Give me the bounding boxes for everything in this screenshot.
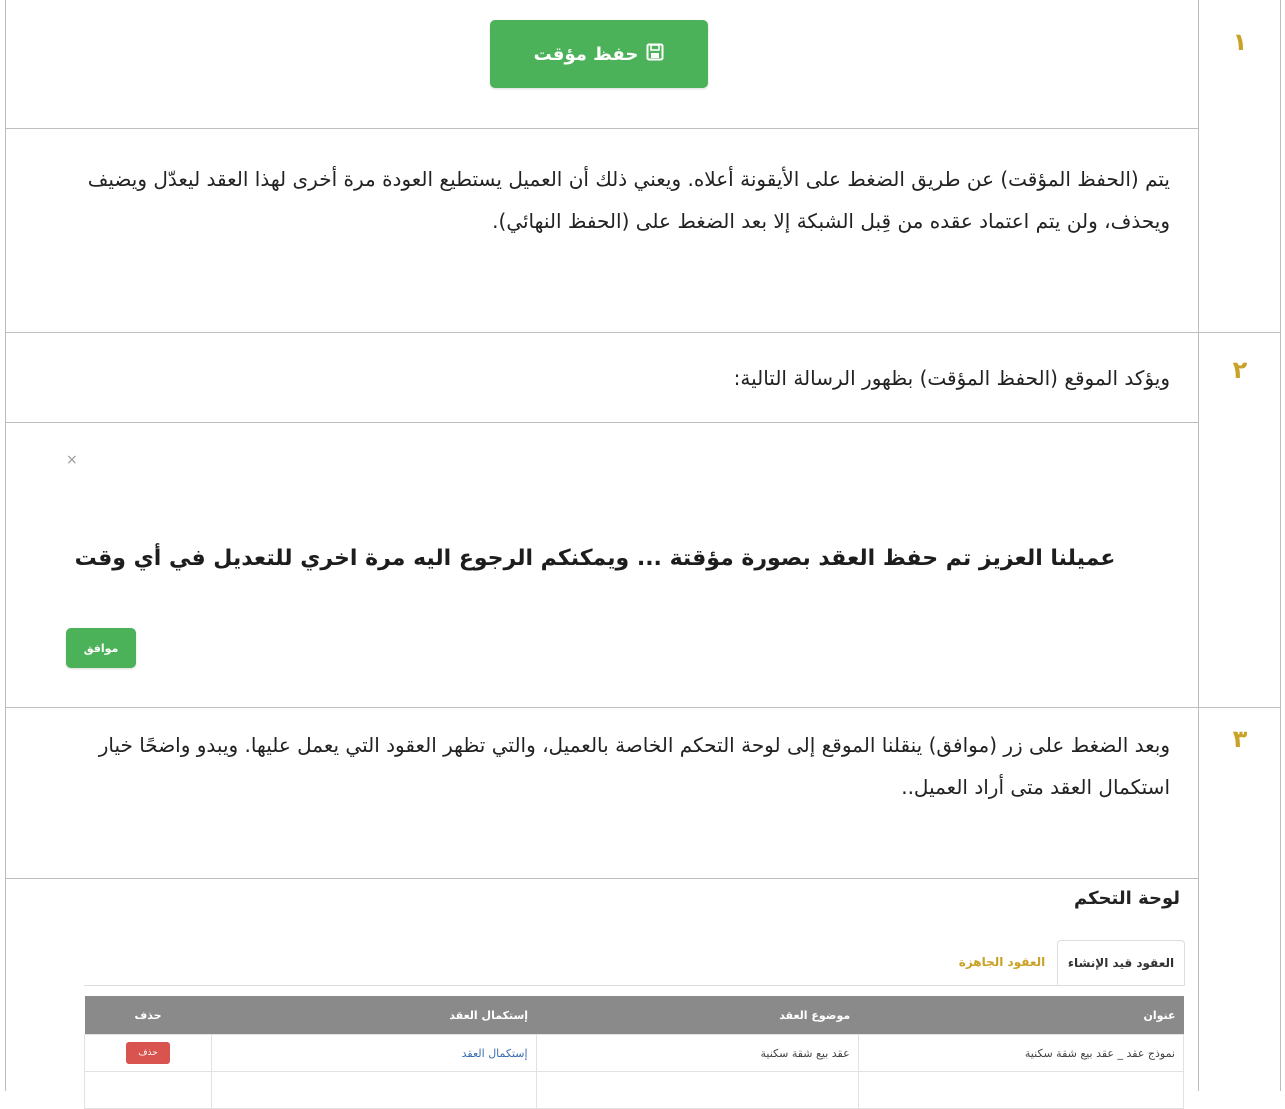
outer-left-border [5, 0, 6, 1091]
row-divider [5, 422, 1198, 423]
table-row: نموذج عقد _ عقد بيع شقة سكنية عقد بيع شق… [83, 1034, 1185, 1072]
contracts-table: عنوان موضوع العقد إستكمال العقد حذف نموذ… [83, 996, 1185, 1109]
cell-delete: حذف [83, 1034, 213, 1072]
temporary-save-label: حفظ مؤقت [533, 43, 639, 65]
cell-title: نموذج عقد _ عقد بيع شقة سكنية [857, 1034, 1185, 1072]
step1-paragraph: يتم (الحفظ المؤقت) عن طريق الضغط على الأ… [87, 167, 1170, 233]
column-header-title: عنوان [858, 996, 1184, 1035]
tabs-underline [84, 985, 1184, 986]
dashboard-tabs: العقود قيد الإنشاء العقود الجاهزة [84, 940, 1185, 986]
cell-empty [857, 1071, 1185, 1109]
document-page: ١ ٢ ٣ حفظ مؤقت يتم (الحفظ المؤقت) عن طري… [0, 0, 1285, 1109]
column-header-delete: حذف [84, 996, 212, 1035]
modal-close-icon[interactable]: × [66, 452, 78, 468]
row-divider [5, 128, 1198, 129]
modal-ok-label: موافق [83, 641, 119, 655]
step-number-2: ٢ [1232, 356, 1248, 384]
table-row-empty [83, 1071, 1185, 1109]
step2-paragraph: ويؤكد الموقع (الحفظ المؤقت) بظهور الرسال… [733, 366, 1170, 390]
outer-right-border [1280, 0, 1281, 1091]
dashboard-title: لوحة التحكم [1073, 888, 1180, 909]
modal-message: عميلنا العزيز تم حفظ العقد بصورة مؤقتة .… [74, 546, 1116, 571]
column-header-complete: إستكمال العقد [211, 996, 537, 1035]
step-number-3: ٣ [1232, 725, 1248, 753]
step3-paragraph: وبعد الضغط على زر (موافق) ينقلنا الموقع … [98, 733, 1170, 799]
temporary-save-button[interactable]: حفظ مؤقت [490, 20, 708, 88]
table-header-row: عنوان موضوع العقد إستكمال العقد حذف [84, 996, 1184, 1035]
complete-contract-link[interactable]: إستكمال العقد [211, 1034, 537, 1072]
row-divider [5, 878, 1198, 879]
cell-subject: عقد بيع شقة سكنية [535, 1034, 859, 1072]
cell-empty [211, 1071, 537, 1109]
cell-empty [83, 1071, 213, 1109]
tab-contracts-in-progress[interactable]: العقود قيد الإنشاء [1057, 940, 1185, 986]
tab-ready-contracts[interactable]: العقود الجاهزة [952, 940, 1052, 984]
delete-button[interactable]: حذف [126, 1042, 170, 1064]
number-column-divider [1198, 0, 1199, 1091]
floppy-disk-icon [646, 43, 664, 66]
row-divider [5, 332, 1280, 333]
row-divider [5, 707, 1280, 708]
modal-ok-button[interactable]: موافق [66, 628, 136, 668]
column-header-subject: موضوع العقد [536, 996, 859, 1035]
step-number-1: ١ [1232, 28, 1248, 56]
cell-empty [535, 1071, 859, 1109]
